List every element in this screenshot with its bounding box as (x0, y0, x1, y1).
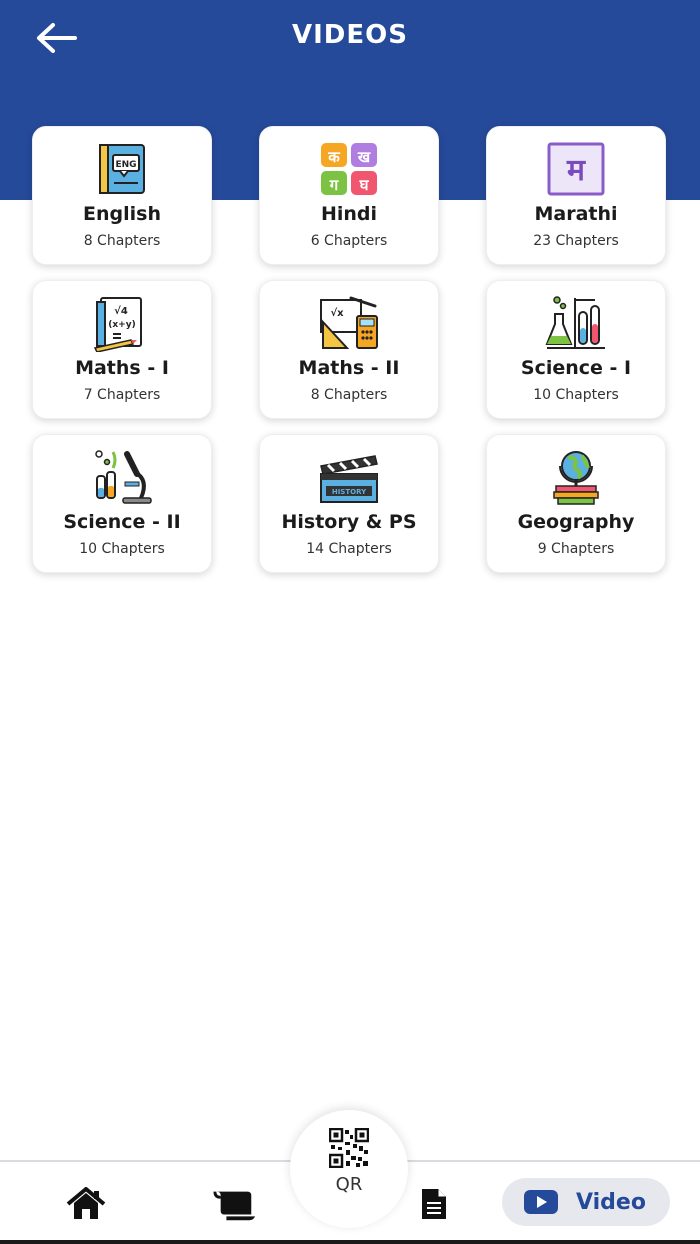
subject-title: Maths - I (75, 357, 169, 379)
subject-chapters: 7 Chapters (83, 387, 161, 403)
subject-card-maths-2[interactable]: √x Maths - II 8 Chapters (259, 280, 439, 419)
svg-text:√x: √x (330, 307, 344, 319)
svg-text:ख: ख (357, 148, 371, 166)
microscope-icon (90, 447, 154, 507)
subject-chapters: 23 Chapters (533, 233, 619, 249)
subject-card-english[interactable]: ENG English 8 Chapters (32, 126, 212, 265)
subject-card-science-2[interactable]: Science - II 10 Chapters (32, 434, 212, 573)
svg-text:क: क (327, 148, 341, 166)
page-title: VIDEOS (292, 20, 408, 50)
subject-chapters: 10 Chapters (533, 387, 619, 403)
subject-card-geography[interactable]: Geography 9 Chapters (486, 434, 666, 573)
subject-card-marathi[interactable]: म Marathi 23 Chapters (486, 126, 666, 265)
document-icon (422, 1189, 446, 1219)
subject-card-science-1[interactable]: Science - I 10 Chapters (486, 280, 666, 419)
nav-video-button[interactable]: Video (502, 1178, 670, 1226)
hindi-letters-icon: क ख ग घ (317, 139, 381, 199)
subject-title: History & PS (281, 511, 417, 533)
subject-title: Maths - II (298, 357, 400, 379)
subject-chapters: 14 Chapters (306, 541, 392, 557)
english-book-icon: ENG (90, 139, 154, 199)
svg-text:म: म (566, 153, 586, 188)
svg-text:√4: √4 (114, 305, 128, 317)
nav-document-button[interactable] (412, 1184, 456, 1224)
subject-chapters: 6 Chapters (310, 233, 388, 249)
subject-card-history-ps[interactable]: HISTORY History & PS 14 Chapters (259, 434, 439, 573)
subject-card-maths-1[interactable]: √4 (x+y) Maths - I 7 Chapters (32, 280, 212, 419)
home-icon (66, 1187, 106, 1219)
subject-title: Hindi (320, 203, 378, 225)
svg-text:घ: घ (359, 176, 370, 194)
subject-title: Geography (517, 511, 635, 533)
qr-label: QR (335, 1174, 363, 1195)
history-clapper-icon: HISTORY (317, 447, 381, 507)
maths-notebook-icon: √4 (x+y) (90, 293, 154, 353)
subject-card-hindi[interactable]: क ख ग घ Hindi 6 Chapters (259, 126, 439, 265)
scroll-icon (213, 1191, 256, 1221)
svg-text:ग: ग (329, 176, 339, 194)
subject-chapters: 9 Chapters (537, 541, 615, 557)
qr-scan-button[interactable]: QR (290, 1110, 408, 1228)
nav-home-button[interactable] (64, 1184, 108, 1224)
subject-title: Marathi (534, 203, 618, 225)
svg-text:HISTORY: HISTORY (332, 488, 367, 496)
subject-title: English (83, 203, 161, 225)
marathi-letter-icon: म (544, 139, 608, 199)
subject-chapters: 10 Chapters (79, 541, 165, 557)
subject-title: Science - I (520, 357, 632, 379)
nav-video-label: Video (576, 1189, 646, 1215)
youtube-play-icon (524, 1190, 558, 1214)
subject-grid: ENG English 8 Chapters क ख ग घ Hindi 6 C… (32, 126, 668, 573)
globe-books-icon (544, 447, 608, 507)
svg-text:(x+y): (x+y) (108, 320, 135, 330)
svg-text:ENG: ENG (115, 160, 136, 170)
bottom-edge (0, 1240, 700, 1244)
qr-code-icon (329, 1128, 369, 1168)
lab-flasks-icon (544, 293, 608, 353)
subject-chapters: 8 Chapters (310, 387, 388, 403)
geometry-tools-icon: √x (317, 293, 381, 353)
subject-chapters: 8 Chapters (83, 233, 161, 249)
subject-title: Science - II (63, 511, 181, 533)
nav-scroll-button[interactable] (213, 1184, 257, 1224)
